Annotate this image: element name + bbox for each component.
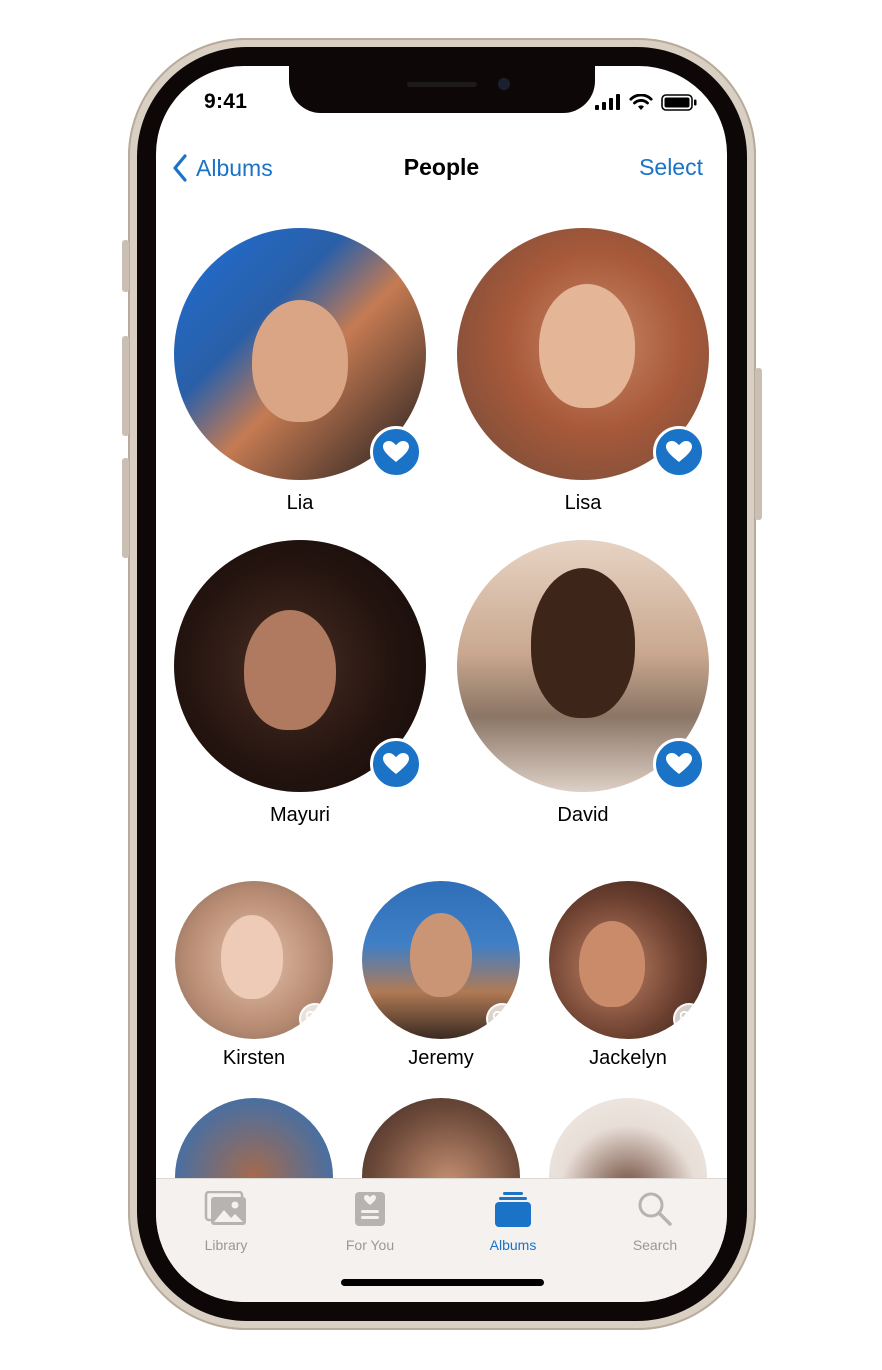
person-name: David: [557, 804, 609, 826]
person-name: Jackelyn: [589, 1047, 667, 1069]
person-card[interactable]: Jeremy: [362, 881, 520, 1071]
screen: 9:41 Albums People Select Lia Lisa Mayur…: [156, 66, 727, 1302]
heart-outline-icon: [680, 1011, 698, 1027]
for-you-icon: [355, 1192, 385, 1226]
battery-icon: [661, 93, 697, 111]
home-indicator[interactable]: [341, 1279, 544, 1286]
heart-icon: [666, 753, 692, 774]
status-time: 9:41: [204, 90, 248, 113]
face-shape: [531, 568, 635, 718]
tab-label: For You: [345, 1237, 395, 1253]
favorite-badge[interactable]: [653, 738, 705, 790]
heart-outline-icon: [306, 1011, 324, 1027]
heart-outline-icon: [493, 1011, 511, 1027]
albums-icon: [495, 1192, 531, 1227]
silent-switch: [122, 240, 129, 292]
person-card[interactable]: Mayuri: [174, 540, 426, 830]
tab-albums[interactable]: Albums: [458, 1187, 568, 1253]
favorite-badge[interactable]: [370, 738, 422, 790]
face-shape: [221, 915, 283, 999]
search-icon: [638, 1192, 672, 1226]
photo-library-icon: [204, 1191, 246, 1225]
notch: [289, 66, 595, 113]
wifi-icon: [629, 93, 653, 110]
person-name: Jeremy: [408, 1047, 474, 1069]
favorite-badge[interactable]: [486, 1003, 518, 1035]
status-icons: [595, 93, 697, 111]
volume-down-button: [122, 458, 129, 558]
person-card[interactable]: Lia: [174, 228, 426, 518]
tab-search[interactable]: Search: [600, 1187, 710, 1253]
favorite-badge[interactable]: [653, 426, 705, 478]
heart-icon: [666, 441, 692, 462]
volume-up-button: [122, 336, 129, 436]
side-button: [755, 368, 762, 520]
favorite-badge[interactable]: [299, 1003, 331, 1035]
favorite-badge[interactable]: [673, 1003, 705, 1035]
face-shape: [244, 610, 336, 730]
cellular-signal-icon: [595, 94, 620, 110]
favorite-badge[interactable]: [370, 426, 422, 478]
heart-icon: [383, 753, 409, 774]
person-card[interactable]: Jackelyn: [549, 881, 707, 1071]
tab-label: Albums: [489, 1237, 537, 1253]
tab-label: Library: [204, 1237, 248, 1253]
face-shape: [410, 913, 472, 997]
person-name: Lisa: [564, 492, 602, 514]
face-shape: [252, 300, 348, 422]
person-card[interactable]: Lisa: [457, 228, 709, 518]
person-name: Kirsten: [222, 1047, 286, 1069]
face-shape: [539, 284, 635, 408]
tab-for-you[interactable]: For You: [315, 1187, 425, 1253]
person-name: Mayuri: [269, 804, 330, 826]
tab-label: Search: [632, 1237, 678, 1253]
tab-library[interactable]: Library: [171, 1187, 281, 1253]
person-card[interactable]: Kirsten: [175, 881, 333, 1071]
heart-icon: [383, 441, 409, 462]
person-card[interactable]: David: [457, 540, 709, 830]
face-shape: [579, 921, 645, 1007]
earpiece-speaker: [407, 82, 477, 87]
select-button[interactable]: Select: [639, 154, 703, 181]
front-camera: [498, 78, 510, 90]
person-name: Lia: [286, 492, 314, 514]
